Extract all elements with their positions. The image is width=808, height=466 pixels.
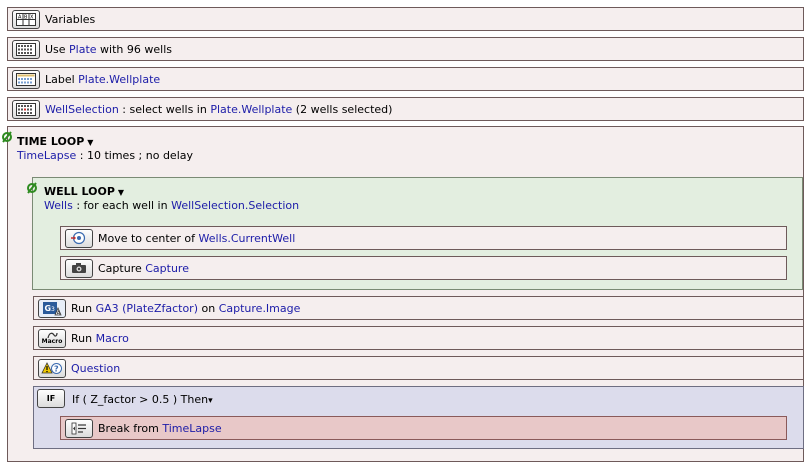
svg-text:3: 3: [51, 306, 55, 313]
if-icon: IF: [37, 389, 65, 408]
timelapse-link[interactable]: TimeLapse: [17, 149, 76, 162]
run-macro-prefix: Run: [71, 331, 96, 345]
time-loop-title: TIME LOOP: [17, 135, 85, 148]
time-loop-icon: [2, 131, 12, 143]
plate-link[interactable]: Plate: [69, 43, 97, 56]
capture-step[interactable]: Capture Capture: [60, 256, 787, 280]
use-plate-suffix: with 96 wells: [96, 42, 172, 56]
well-selection-step[interactable]: WellSelection : select wells in Plate.We…: [7, 97, 804, 121]
run-macro-text: Run Macro: [71, 332, 129, 345]
svg-text:A: A: [18, 14, 22, 20]
label-plate-text: Label Plate.Wellplate: [45, 73, 160, 86]
time-loop-header: TIME LOOP ▼: [17, 135, 93, 148]
label-plate-step[interactable]: Label Plate.Wellplate: [7, 67, 804, 91]
well-loop-title: WELL LOOP: [44, 185, 115, 198]
capture-text: Capture Capture: [98, 262, 189, 275]
well-selection-plate-link[interactable]: Plate.Wellplate: [210, 103, 292, 116]
move-stage-icon: [65, 228, 93, 248]
svg-text:?: ?: [54, 365, 59, 374]
label-plate-prefix: Label: [45, 72, 79, 86]
break-loop-icon: [65, 418, 93, 438]
run-ga3-text: Run GA3 (PlateZfactor) on Capture.Image: [71, 302, 300, 315]
if-condition: If ( Z_factor > 0.5 ) Then▾: [72, 393, 213, 406]
variables-step[interactable]: ABX Variables: [7, 7, 804, 31]
question-link[interactable]: Question: [71, 362, 120, 375]
ga3-recipe-link[interactable]: GA3 (PlateZfactor): [96, 302, 198, 315]
move-to-center-text: Move to center of Wells.CurrentWell: [98, 232, 295, 245]
move-prefix: Move to center of: [98, 231, 199, 245]
use-plate-text: Use Plate with 96 wells: [45, 43, 172, 56]
run-ga3-prefix: Run: [71, 301, 96, 315]
well-loop-header: WELL LOOP ▼: [44, 185, 124, 198]
variables-table-icon: ABX: [12, 9, 40, 29]
plate-grid-icon: [12, 39, 40, 59]
well-selection-selection-link[interactable]: WellSelection.Selection: [171, 199, 299, 212]
well-loop-middle: : for each well in: [72, 199, 172, 212]
use-plate-step[interactable]: Use Plate with 96 wells: [7, 37, 804, 61]
run-macro-step[interactable]: Macro Run Macro: [33, 326, 804, 350]
break-prefix: Break from: [98, 421, 163, 435]
well-selection-icon: [12, 99, 40, 119]
time-loop-dropdown-icon[interactable]: ▼: [87, 138, 93, 147]
camera-icon: [65, 258, 93, 278]
wells-currentwell-link[interactable]: Wells.CurrentWell: [199, 232, 296, 245]
capture-link[interactable]: Capture: [145, 262, 189, 275]
plate-wellplate-link[interactable]: Plate.Wellplate: [78, 73, 160, 86]
if-condition-text: If ( Z_factor > 0.5 ) Then: [72, 393, 209, 406]
time-loop-description: TimeLapse : 10 times ; no delay: [17, 149, 193, 162]
run-ga3-step[interactable]: G3A Run GA3 (PlateZfactor) on Capture.Im…: [33, 296, 804, 320]
macro-link[interactable]: Macro: [96, 332, 129, 345]
time-loop-desc: : 10 times ; no delay: [76, 149, 194, 162]
move-to-center-step[interactable]: Move to center of Wells.CurrentWell: [60, 226, 787, 250]
macro-icon-label: Macro: [41, 338, 63, 345]
well-selection-text: WellSelection : select wells in Plate.We…: [45, 103, 392, 116]
svg-text:A: A: [57, 310, 61, 316]
well-selection-link[interactable]: WellSelection: [45, 103, 119, 116]
label-plate-icon: [12, 69, 40, 89]
well-loop-description: Wells : for each well in WellSelection.S…: [44, 199, 299, 212]
question-step[interactable]: ? Question: [33, 356, 804, 380]
macro-icon: Macro: [38, 328, 66, 348]
svg-text:B: B: [24, 14, 28, 20]
well-loop-icon: [27, 182, 37, 194]
well-loop-dropdown-icon[interactable]: ▼: [118, 188, 124, 197]
break-timelapse-link[interactable]: TimeLapse: [162, 422, 221, 435]
well-selection-middle: : select wells in: [118, 102, 211, 116]
variables-label: Variables: [45, 12, 96, 26]
svg-text:X: X: [30, 14, 34, 20]
question-warning-icon: ?: [38, 358, 66, 378]
capture-prefix: Capture: [98, 261, 146, 275]
break-step[interactable]: Break from TimeLapse: [60, 416, 787, 440]
use-plate-prefix: Use: [45, 42, 70, 56]
ga3-icon: G3A: [38, 298, 66, 318]
run-ga3-middle: on: [198, 301, 219, 315]
break-text: Break from TimeLapse: [98, 422, 222, 435]
if-dropdown-icon[interactable]: ▾: [208, 396, 213, 406]
capture-image-link[interactable]: Capture.Image: [219, 302, 301, 315]
if-icon-label: IF: [46, 394, 56, 403]
wells-link[interactable]: Wells: [44, 199, 73, 212]
well-selection-count: (2 wells selected): [292, 102, 393, 116]
